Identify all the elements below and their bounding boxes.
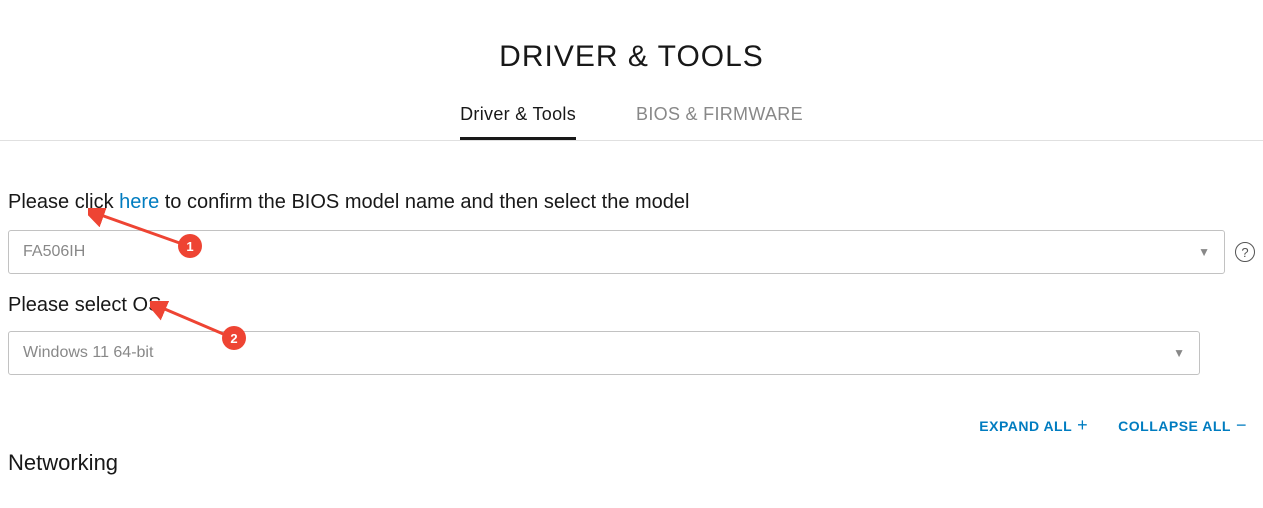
os-label: Please select OS [8, 294, 1255, 317]
help-icon[interactable]: ? [1235, 242, 1255, 262]
collapse-all-label: COLLAPSE ALL [1118, 418, 1231, 434]
os-select-value: Windows 11 64-bit [23, 344, 153, 362]
expand-all-label: EXPAND ALL [979, 418, 1072, 434]
collapse-all-button[interactable]: COLLAPSE ALL − [1118, 415, 1247, 436]
expand-all-button[interactable]: EXPAND ALL + [979, 415, 1088, 436]
tabs-container: Driver & Tools BIOS & FIRMWARE [0, 104, 1263, 141]
instruction-text: Please click here to confirm the BIOS mo… [8, 191, 1255, 214]
content-area: Please click here to confirm the BIOS mo… [0, 141, 1263, 476]
tab-driver-tools[interactable]: Driver & Tools [460, 104, 576, 140]
plus-icon: + [1077, 415, 1088, 436]
os-select[interactable]: Windows 11 64-bit ▼ [8, 331, 1200, 375]
actions-row: EXPAND ALL + COLLAPSE ALL − [8, 415, 1255, 436]
chevron-down-icon: ▼ [1173, 346, 1185, 360]
os-select-wrapper: Windows 11 64-bit ▼ [8, 331, 1255, 375]
model-select-value: FA506IH [23, 243, 85, 261]
instruction-link[interactable]: here [119, 191, 159, 213]
minus-icon: − [1236, 415, 1247, 436]
model-select-wrapper: FA506IH ▼ [8, 230, 1225, 274]
chevron-down-icon: ▼ [1198, 245, 1210, 259]
section-title-networking: Networking [8, 450, 1255, 476]
instruction-prefix: Please click [8, 191, 119, 213]
model-select-row: FA506IH ▼ ? [8, 230, 1255, 274]
instruction-suffix: to confirm the BIOS model name and then … [159, 191, 689, 213]
model-select[interactable]: FA506IH ▼ [8, 230, 1225, 274]
page-title: DRIVER & TOOLS [0, 0, 1263, 104]
tab-bios-firmware[interactable]: BIOS & FIRMWARE [636, 104, 803, 140]
